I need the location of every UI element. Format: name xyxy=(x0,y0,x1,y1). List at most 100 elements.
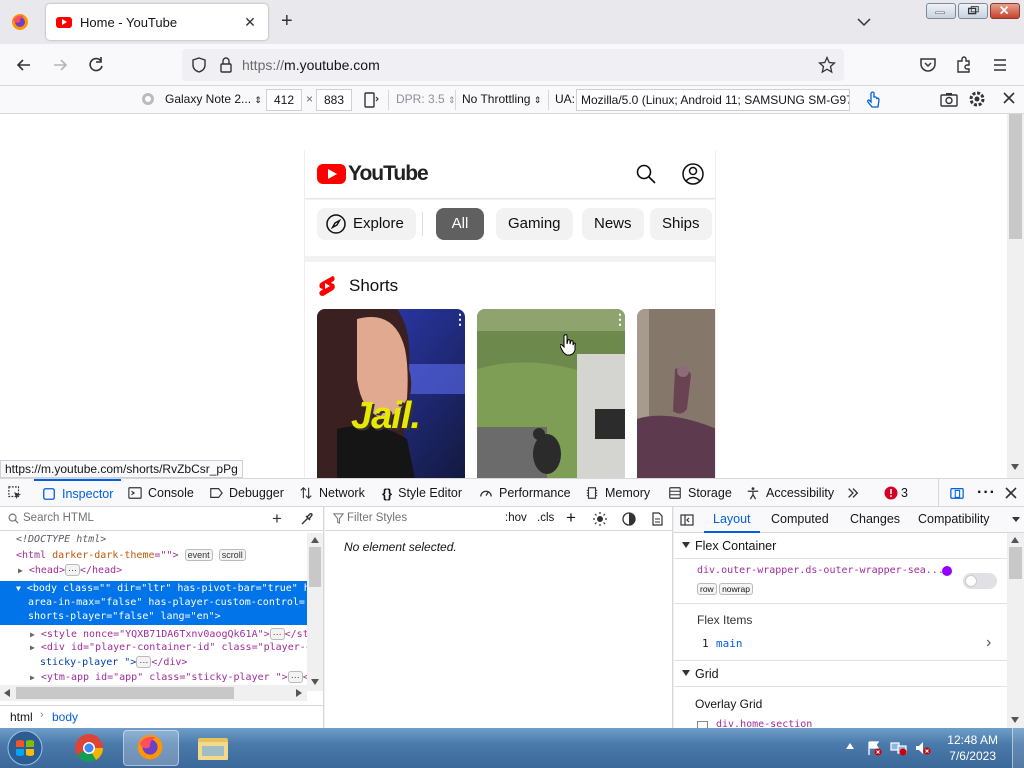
cls-toggle[interactable]: .cls xyxy=(537,512,554,524)
back-icon[interactable] xyxy=(14,55,34,75)
short-thumbnail-doorbell[interactable]: ⋮ xyxy=(477,309,625,478)
close-rdm-icon[interactable] xyxy=(1002,91,1016,105)
collapsed-ellipsis[interactable]: ··· xyxy=(136,656,152,668)
doctype-node[interactable]: <!DOCTYPE html> xyxy=(16,533,106,547)
chip-gaming[interactable]: Gaming xyxy=(496,208,573,240)
rotate-viewport-icon[interactable] xyxy=(362,91,380,109)
reload-icon[interactable] xyxy=(86,55,106,75)
forward-icon[interactable] xyxy=(50,55,70,75)
youtube-logo-text[interactable]: YouTube xyxy=(348,162,429,186)
devtools-tab-performance[interactable]: Performance xyxy=(479,479,571,507)
touch-simulation-icon[interactable] xyxy=(864,90,882,110)
viewport-width-input[interactable]: 412 xyxy=(266,89,302,111)
new-tab-button[interactable]: + xyxy=(281,11,293,31)
browser-tab-youtube[interactable]: Home - YouTube ✕ xyxy=(46,4,268,40)
url-bar[interactable]: https://m.youtube.com xyxy=(182,49,844,81)
viewport-scrollbar[interactable] xyxy=(1007,114,1024,478)
tabs-overflow-chevron-icon[interactable] xyxy=(1012,517,1020,522)
restore-window-button[interactable] xyxy=(958,3,988,19)
network-status-icon[interactable] xyxy=(890,740,908,756)
body-node-selected[interactable]: ▼ <body class="" dir="ltr" has-pivot-bar… xyxy=(0,581,307,625)
taskbar-clock[interactable]: 12:48 AM 7/6/2023 xyxy=(947,732,998,764)
expand-arrow-icon[interactable]: ▶ xyxy=(30,643,35,652)
short-more-icon[interactable]: ⋮ xyxy=(613,312,625,326)
close-devtools-icon[interactable] xyxy=(1004,479,1018,507)
scrollbar-thumb[interactable] xyxy=(1009,547,1022,579)
action-center-flag-icon[interactable] xyxy=(866,740,882,756)
devtools-tab-inspector[interactable]: Inspector xyxy=(34,479,122,507)
list-all-tabs-icon[interactable] xyxy=(856,14,872,30)
close-window-button[interactable] xyxy=(990,3,1020,19)
devtools-tab-console[interactable]: Console xyxy=(128,479,194,507)
player-container-node[interactable]: ▶ <div id="player-container-id" class="p… xyxy=(30,641,307,655)
layout-scrollbar[interactable] xyxy=(1007,533,1024,728)
tracking-protection-shield-icon[interactable] xyxy=(190,56,208,74)
scroll-down-arrow-icon[interactable] xyxy=(1011,717,1019,723)
url-text[interactable]: https://m.youtube.com xyxy=(242,57,380,73)
devtools-tab-style-editor[interactable]: {} Style Editor xyxy=(382,479,462,507)
head-node[interactable]: ▶ <head> ··· </head> xyxy=(18,563,122,578)
collapsed-ellipsis[interactable]: ··· xyxy=(287,671,303,683)
start-button[interactable] xyxy=(4,729,46,767)
tab-changes[interactable]: Changes xyxy=(850,512,900,526)
light-theme-sun-icon[interactable] xyxy=(593,512,607,526)
devtools-tab-memory[interactable]: Memory xyxy=(585,479,650,507)
device-selector[interactable]: Galaxy Note 2... ⇕ xyxy=(165,92,262,106)
expand-arrow-icon[interactable]: ▶ xyxy=(30,630,35,639)
user-agent-input[interactable]: Mozilla/5.0 (Linux; Android 11; SAMSUNG … xyxy=(576,89,850,111)
tab-computed[interactable]: Computed xyxy=(771,512,829,526)
flex-container-header[interactable]: Flex Container xyxy=(674,533,1008,559)
hamburger-menu-icon[interactable] xyxy=(990,55,1010,75)
throttling-selector[interactable]: No Throttling ⇕ xyxy=(462,92,541,106)
grid-header[interactable]: Grid xyxy=(674,661,1008,687)
show-hidden-icons-icon[interactable] xyxy=(846,743,854,749)
scrollbar-thumb[interactable] xyxy=(309,547,321,587)
tab-layout[interactable]: Layout xyxy=(713,512,751,526)
lock-icon[interactable] xyxy=(217,56,235,74)
minimize-window-button[interactable] xyxy=(926,3,956,19)
more-tools-chevron-icon[interactable] xyxy=(846,479,860,507)
tab-compatibility[interactable]: Compatibility xyxy=(918,512,990,526)
settings-gear-icon[interactable] xyxy=(968,90,986,108)
devtools-tab-debugger[interactable]: Debugger xyxy=(209,479,284,507)
devtools-tab-storage[interactable]: Storage xyxy=(668,479,732,507)
pocket-icon[interactable] xyxy=(918,55,938,75)
style-node[interactable]: ▶ <style nonce="YQXB71DA6Txnv0aogQk61A">… xyxy=(30,627,307,642)
filter-styles-input[interactable]: Filter Styles xyxy=(347,512,407,524)
print-media-icon[interactable] xyxy=(650,512,664,526)
taskbar-file-explorer-icon[interactable] xyxy=(185,730,241,766)
scroll-down-arrow-icon[interactable] xyxy=(1011,464,1019,470)
eyedropper-icon[interactable] xyxy=(300,512,314,526)
scrollbar-thumb[interactable] xyxy=(1009,114,1022,239)
scroll-up-arrow-icon[interactable] xyxy=(1011,537,1019,543)
close-tab-icon[interactable]: ✕ xyxy=(242,14,258,31)
grid-checkbox[interactable] xyxy=(697,721,708,728)
viewport-height-input[interactable]: 883 xyxy=(316,89,352,111)
firefox-icon[interactable] xyxy=(10,12,30,32)
chip-explore[interactable]: Explore xyxy=(317,208,416,240)
scroll-down-arrow-icon[interactable] xyxy=(311,679,319,685)
search-icon[interactable] xyxy=(635,163,657,185)
event-badge[interactable]: event xyxy=(184,549,213,561)
ytm-app-node[interactable]: ▶ <ytm-app id="app" class="sticky-player… xyxy=(30,670,307,683)
add-node-icon[interactable]: + xyxy=(272,509,282,529)
rdm-toggle-icon[interactable] xyxy=(950,479,964,507)
account-icon[interactable] xyxy=(681,162,705,186)
dark-theme-moon-icon[interactable] xyxy=(622,512,636,526)
dpr-selector[interactable]: DPR: 3.5 ⇕ xyxy=(396,92,456,106)
error-count-badge[interactable]: 3 xyxy=(884,479,908,507)
expand-arrow-icon[interactable]: ▶ xyxy=(18,566,23,575)
short-thumbnail-jail[interactable]: Jail. ⋮ xyxy=(317,309,465,478)
taskbar-chrome-icon[interactable] xyxy=(61,730,117,766)
scroll-right-arrow-icon[interactable] xyxy=(296,689,302,697)
youtube-logo-icon[interactable] xyxy=(317,164,346,184)
expand-arrow-icon[interactable]: ▶ xyxy=(30,673,35,682)
grid-item-selector[interactable]: div.home-section xyxy=(716,719,812,728)
breadcrumb-body[interactable]: body xyxy=(52,710,78,724)
element-picker-icon[interactable] xyxy=(8,479,22,507)
collapsed-ellipsis[interactable]: ··· xyxy=(269,628,285,640)
flex-container-selector[interactable]: div.outer-wrapper.ds-outer-wrapper-sea..… xyxy=(697,565,944,576)
scroll-badge[interactable]: scroll xyxy=(218,549,246,561)
screenshot-icon[interactable] xyxy=(940,91,958,107)
short-more-icon[interactable]: ⋮ xyxy=(453,312,465,326)
